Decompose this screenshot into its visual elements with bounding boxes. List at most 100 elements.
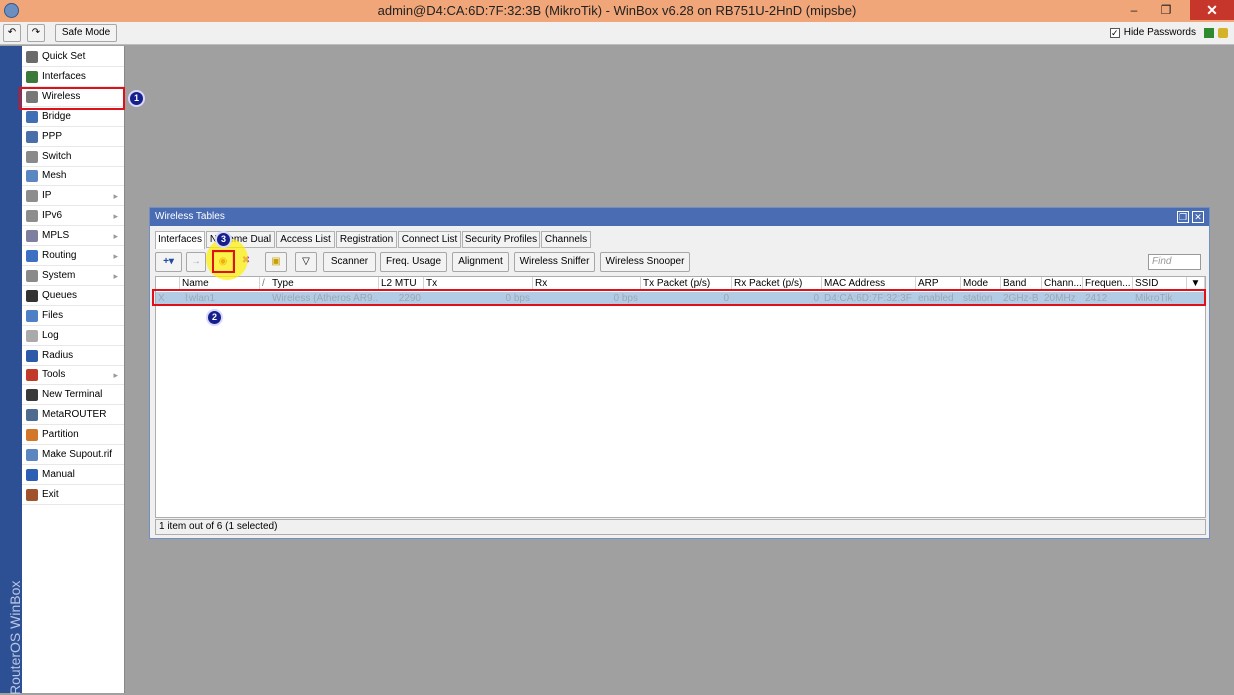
sidebar-item-label: IP [42,190,52,202]
sidebar-item-bridge[interactable]: Bridge [22,108,124,127]
sidebar-item-label: MPLS [42,230,70,242]
sidebar-item-label: Manual [42,468,75,480]
sidebar-item-exit[interactable]: Exit [22,486,124,505]
interfaces-table: Name / Type L2 MTU Tx Rx Tx Packet (p/s)… [155,276,1206,518]
tab-registration[interactable]: Registration [336,231,397,248]
mesh-icon [26,170,38,183]
highlight-wlan1-row [152,289,1206,306]
undo-button[interactable]: ↶ [3,24,21,42]
sidebar-item-label: Switch [42,150,72,162]
submenu-arrow-icon: ▸ [113,270,118,281]
restore-icon[interactable]: ❐ [1177,211,1189,223]
wireless-tables-titlebar[interactable]: Wireless Tables ❐ ✕ [150,208,1209,226]
sidebar-item-new-terminal[interactable]: New Terminal [22,386,124,406]
step-badge-1: 1 [128,90,145,107]
tab-interfaces[interactable]: Interfaces [155,231,205,249]
redo-button[interactable]: ↷ [27,24,45,42]
maximize-button[interactable]: ❐ [1152,0,1180,20]
freq-usage-button[interactable]: Freq. Usage [380,252,447,272]
minimize-button[interactable]: – [1120,0,1148,20]
partition-icon [26,429,38,442]
metarouter-icon [26,409,38,422]
sidebar-item-metarouter[interactable]: MetaROUTER [22,406,124,426]
sidebar-item-label: Partition [42,429,79,441]
sidebar-item-ip[interactable]: IP ▸ [22,187,124,207]
sidebar-item-label: Make Supout.rif [42,449,113,460]
sidebar-item-files[interactable]: Files [22,307,124,326]
scanner-button[interactable]: Scanner [323,252,376,272]
sidebar-item-partition[interactable]: Partition [22,426,124,446]
lock-icon [1218,28,1228,38]
sidebar-item-label: Tools [42,369,66,381]
sidebar-item-manual[interactable]: Manual [22,466,124,485]
sidebar-item-switch[interactable]: Switch [22,148,124,167]
files-icon [26,309,38,322]
hide-passwords-checkbox[interactable]: ✓ Hide Passwords [1109,27,1196,38]
wireless-sniffer-button[interactable]: Wireless Sniffer [514,252,595,272]
find-input[interactable]: Find [1148,254,1201,270]
main-toolbar: ↶ ↷ Safe Mode ✓ Hide Passwords [0,22,1234,45]
sidebar-item-label: MetaROUTER [42,409,107,421]
step-badge-3: 3 [215,231,232,248]
sidebar-item-label: Mesh [42,170,67,182]
comment-button[interactable]: ▣ [265,252,287,272]
routing-icon [26,250,38,262]
step-badge-2: 2 [206,309,223,326]
safe-mode-button[interactable]: Safe Mode [55,24,117,42]
sidebar-item-label: Bridge [42,110,71,122]
wireless-snooper-button[interactable]: Wireless Snooper [600,252,690,272]
hide-passwords-label: Hide Passwords [1123,27,1196,38]
system-icon [26,269,38,282]
sidebar-item-log[interactable]: Log [22,327,124,346]
sidebar-item-label: Quick Set [42,51,86,62]
add-button[interactable]: +▾ [155,252,182,272]
sidebar-item-label: Radius [42,349,74,361]
filter-button[interactable]: ▽ [295,252,317,272]
hide-passwords-check[interactable]: ✓ [1109,28,1120,38]
sidebar-item-label: Routing [42,250,77,261]
ppp-icon [26,130,38,143]
alignment-button[interactable]: Alignment [452,252,509,272]
wireless-tables-window: Wireless Tables ❐ ✕ Interfaces Nstreme D… [149,207,1210,539]
supout-icon [26,449,38,461]
window-title: admin@D4:CA:6D:7F:32:3B (MikroTik) - Win… [377,3,857,18]
sidebar-item-tools[interactable]: Tools ▸ [22,366,124,386]
manual-icon [26,468,38,481]
sidebar-item-interfaces[interactable]: Interfaces [22,68,124,87]
sidebar-item-system[interactable]: System ▸ [22,267,124,286]
status-bar: 1 item out of 6 (1 selected) [155,519,1206,535]
highlight-enable-button [212,250,235,273]
submenu-arrow-icon: ▸ [113,231,118,242]
log-icon [26,329,38,342]
tools-icon [26,369,38,382]
sidebar-item-label: Files [42,309,64,321]
title-bar: admin@D4:CA:6D:7F:32:3B (MikroTik) - Win… [0,0,1234,22]
tab-channels[interactable]: Channels [541,231,591,248]
sidebar-item-queues[interactable]: Queues [22,287,124,306]
disable-button[interactable]: → [186,252,206,272]
close-window-icon[interactable]: ✕ [1192,211,1204,223]
sidebar-item-label: PPP [42,130,63,142]
tab-connect-list[interactable]: Connect List [398,231,461,248]
status-indicator-icon [1204,28,1214,38]
sidebar-item-make-supout-rif[interactable]: Make Supout.rif [22,446,124,465]
tab-access-list[interactable]: Access List [276,231,335,248]
sidebar-item-radius[interactable]: Radius [22,347,124,366]
sidebar-item-label: Interfaces [42,70,86,82]
ip-icon [26,190,38,203]
sidebar-item-label: Exit [42,488,59,500]
sidebar-menu: Quick Set Interfaces Wireless Bridge PPP Swit… [22,46,125,693]
ipv6-icon [26,210,38,223]
sidebar-item-mesh[interactable]: Mesh [22,167,124,187]
sidebar-item-mpls[interactable]: MPLS ▸ [22,227,124,247]
sidebar-item-routing[interactable]: Routing ▸ [22,247,124,266]
sidebar-item-label: Log [42,329,59,341]
close-button[interactable]: ✕ [1190,0,1234,20]
brand-label: RouterOS WinBox [7,580,23,695]
sidebar-item-ppp[interactable]: PPP [22,128,124,147]
sidebar-item-quick-set[interactable]: Quick Set [22,48,124,67]
tab-security-profiles[interactable]: Security Profiles [462,231,540,248]
submenu-arrow-icon: ▸ [113,191,118,202]
exit-icon [26,488,38,501]
sidebar-item-ipv6[interactable]: IPv6 ▸ [22,207,124,227]
